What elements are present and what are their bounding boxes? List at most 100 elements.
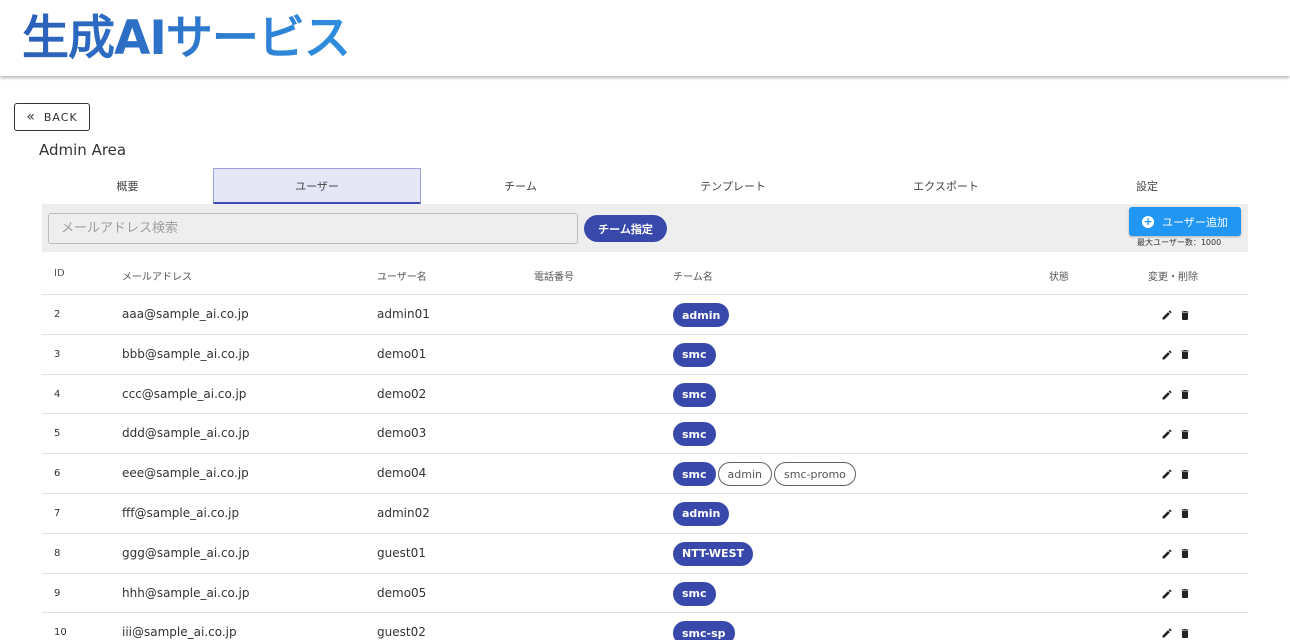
header-status: 状態: [1049, 272, 1069, 283]
trash-icon[interactable]: [1177, 626, 1193, 640]
header-actions: 変更・削除: [1148, 272, 1198, 283]
table-row: 3 bbb@sample_ai.co.jp demo01 smc: [42, 335, 1248, 375]
header-email: メールアドレス: [122, 272, 192, 283]
row-team-chips: admin: [673, 303, 731, 327]
tab-users[interactable]: ユーザー: [213, 168, 421, 204]
trash-icon[interactable]: [1177, 388, 1193, 402]
row-id: 2: [54, 309, 61, 320]
table-row: 5 ddd@sample_ai.co.jp demo03 smc: [42, 414, 1248, 455]
row-id: 10: [54, 627, 67, 639]
pencil-icon[interactable]: [1159, 348, 1175, 362]
table-row: 6 eee@sample_ai.co.jp demo04 smc admin smc-pr…: [42, 454, 1248, 494]
users-table: ID メールアドレス ユーザー名 電話番号 チーム名 状態 変更・削除 2 aaa…: [42, 255, 1248, 640]
row-id: 7: [54, 507, 61, 519]
email-search-input[interactable]: [48, 213, 578, 244]
row-username: guest02: [377, 625, 426, 640]
trash-icon[interactable]: [1177, 507, 1193, 521]
row-email: aaa@sample_ai.co.jp: [122, 307, 249, 321]
pencil-icon[interactable]: [1159, 308, 1175, 322]
row-email: ggg@sample_ai.co.jp: [122, 545, 250, 560]
row-team-chips: admin: [673, 501, 731, 526]
row-actions: [1159, 348, 1195, 362]
row-id: 3: [54, 348, 61, 360]
pencil-icon[interactable]: [1159, 587, 1175, 601]
row-actions: [1159, 547, 1195, 561]
team-chip[interactable]: smc: [673, 462, 716, 487]
chevrons-left-icon: «: [26, 109, 36, 125]
trash-icon[interactable]: [1177, 467, 1193, 481]
header-team: チーム名: [673, 272, 713, 283]
trash-icon[interactable]: [1177, 587, 1193, 601]
trash-icon[interactable]: [1177, 348, 1193, 362]
row-actions: [1159, 507, 1195, 521]
tab-overview[interactable]: 概要: [42, 168, 213, 204]
tab-teams[interactable]: チーム: [421, 168, 620, 204]
row-actions: [1159, 626, 1195, 640]
table-row: 7 fff@sample_ai.co.jp admin02 admin: [42, 494, 1248, 534]
row-team-chips: NTT-WEST: [673, 541, 755, 566]
row-username: admin01: [377, 307, 430, 321]
table-row: 9 hhh@sample_ai.co.jp demo05 smc: [42, 574, 1248, 614]
pencil-icon[interactable]: [1159, 507, 1175, 521]
row-team-chips: smc: [673, 382, 718, 407]
team-filter-button[interactable]: チーム指定: [584, 215, 667, 242]
trash-icon[interactable]: [1177, 308, 1193, 322]
row-team-chips: smc: [673, 342, 718, 367]
pencil-icon[interactable]: [1159, 427, 1175, 441]
row-username: admin02: [377, 505, 430, 520]
row-actions: [1159, 308, 1195, 322]
table-row: 8 ggg@sample_ai.co.jp guest01 NTT-WEST: [42, 534, 1248, 574]
tab-templates[interactable]: テンプレート: [620, 168, 846, 204]
header-username: ユーザー名: [377, 272, 427, 283]
row-email: iii@sample_ai.co.jp: [122, 625, 237, 640]
row-team-chips: smc-sp: [673, 621, 737, 640]
team-chip[interactable]: smc-sp: [673, 621, 735, 640]
row-team-chips: smc: [673, 422, 718, 447]
row-email: bbb@sample_ai.co.jp: [122, 346, 250, 361]
team-chip[interactable]: smc: [673, 581, 716, 606]
team-chip[interactable]: NTT-WEST: [673, 541, 753, 566]
row-actions: [1159, 467, 1195, 481]
header-phone: 電話番号: [534, 272, 574, 283]
row-email: ccc@sample_ai.co.jp: [122, 386, 247, 401]
trash-icon[interactable]: [1177, 427, 1193, 441]
team-chip[interactable]: admin: [673, 501, 730, 526]
table-body: 2 aaa@sample_ai.co.jp admin01 admin 3 bbb@sam…: [42, 295, 1248, 640]
row-email: ddd@sample_ai.co.jp: [122, 426, 250, 441]
row-username: demo02: [377, 386, 427, 401]
back-button[interactable]: « BACK: [14, 103, 90, 131]
pencil-icon[interactable]: [1159, 467, 1175, 481]
team-chip[interactable]: admin: [673, 303, 730, 327]
add-user-button-label: ユーザー追加: [1162, 215, 1228, 229]
row-username: demo04: [377, 466, 427, 481]
table-header: ID メールアドレス ユーザー名 電話番号 チーム名 状態 変更・削除: [42, 255, 1248, 295]
admin-tabs: 概要 ユーザー チーム テンプレート エクスポート 設定: [42, 168, 1248, 204]
add-user-button[interactable]: + ユーザー追加: [1129, 207, 1241, 236]
table-row: 10 iii@sample_ai.co.jp guest02 smc-sp: [42, 613, 1248, 640]
back-button-label: BACK: [43, 110, 78, 124]
team-chip[interactable]: smc: [673, 342, 716, 367]
team-chip[interactable]: smc: [673, 422, 716, 447]
pencil-icon[interactable]: [1159, 388, 1175, 402]
page-title: Admin Area: [39, 141, 127, 159]
plus-circle-icon: +: [1142, 214, 1155, 228]
row-team-chips: smc admin smc-promo: [673, 462, 858, 487]
pencil-icon[interactable]: [1159, 626, 1175, 640]
row-username: guest01: [377, 545, 426, 560]
app-logo: 生成AIサービス: [22, 8, 351, 70]
row-username: demo03: [377, 426, 427, 441]
team-chip[interactable]: smc-promo: [774, 462, 856, 487]
row-team-chips: smc: [673, 581, 718, 606]
pencil-icon[interactable]: [1159, 547, 1175, 561]
row-email: fff@sample_ai.co.jp: [122, 505, 240, 520]
row-id: 6: [54, 468, 61, 480]
team-chip[interactable]: admin: [717, 462, 772, 487]
app-header: 生成AIサービス: [0, 0, 1290, 76]
tab-settings[interactable]: 設定: [1046, 168, 1248, 204]
team-chip[interactable]: smc: [673, 382, 716, 407]
row-actions: [1159, 388, 1195, 402]
row-actions: [1159, 427, 1195, 441]
row-email: eee@sample_ai.co.jp: [122, 466, 249, 481]
trash-icon[interactable]: [1177, 547, 1193, 561]
tab-export[interactable]: エクスポート: [846, 168, 1046, 204]
